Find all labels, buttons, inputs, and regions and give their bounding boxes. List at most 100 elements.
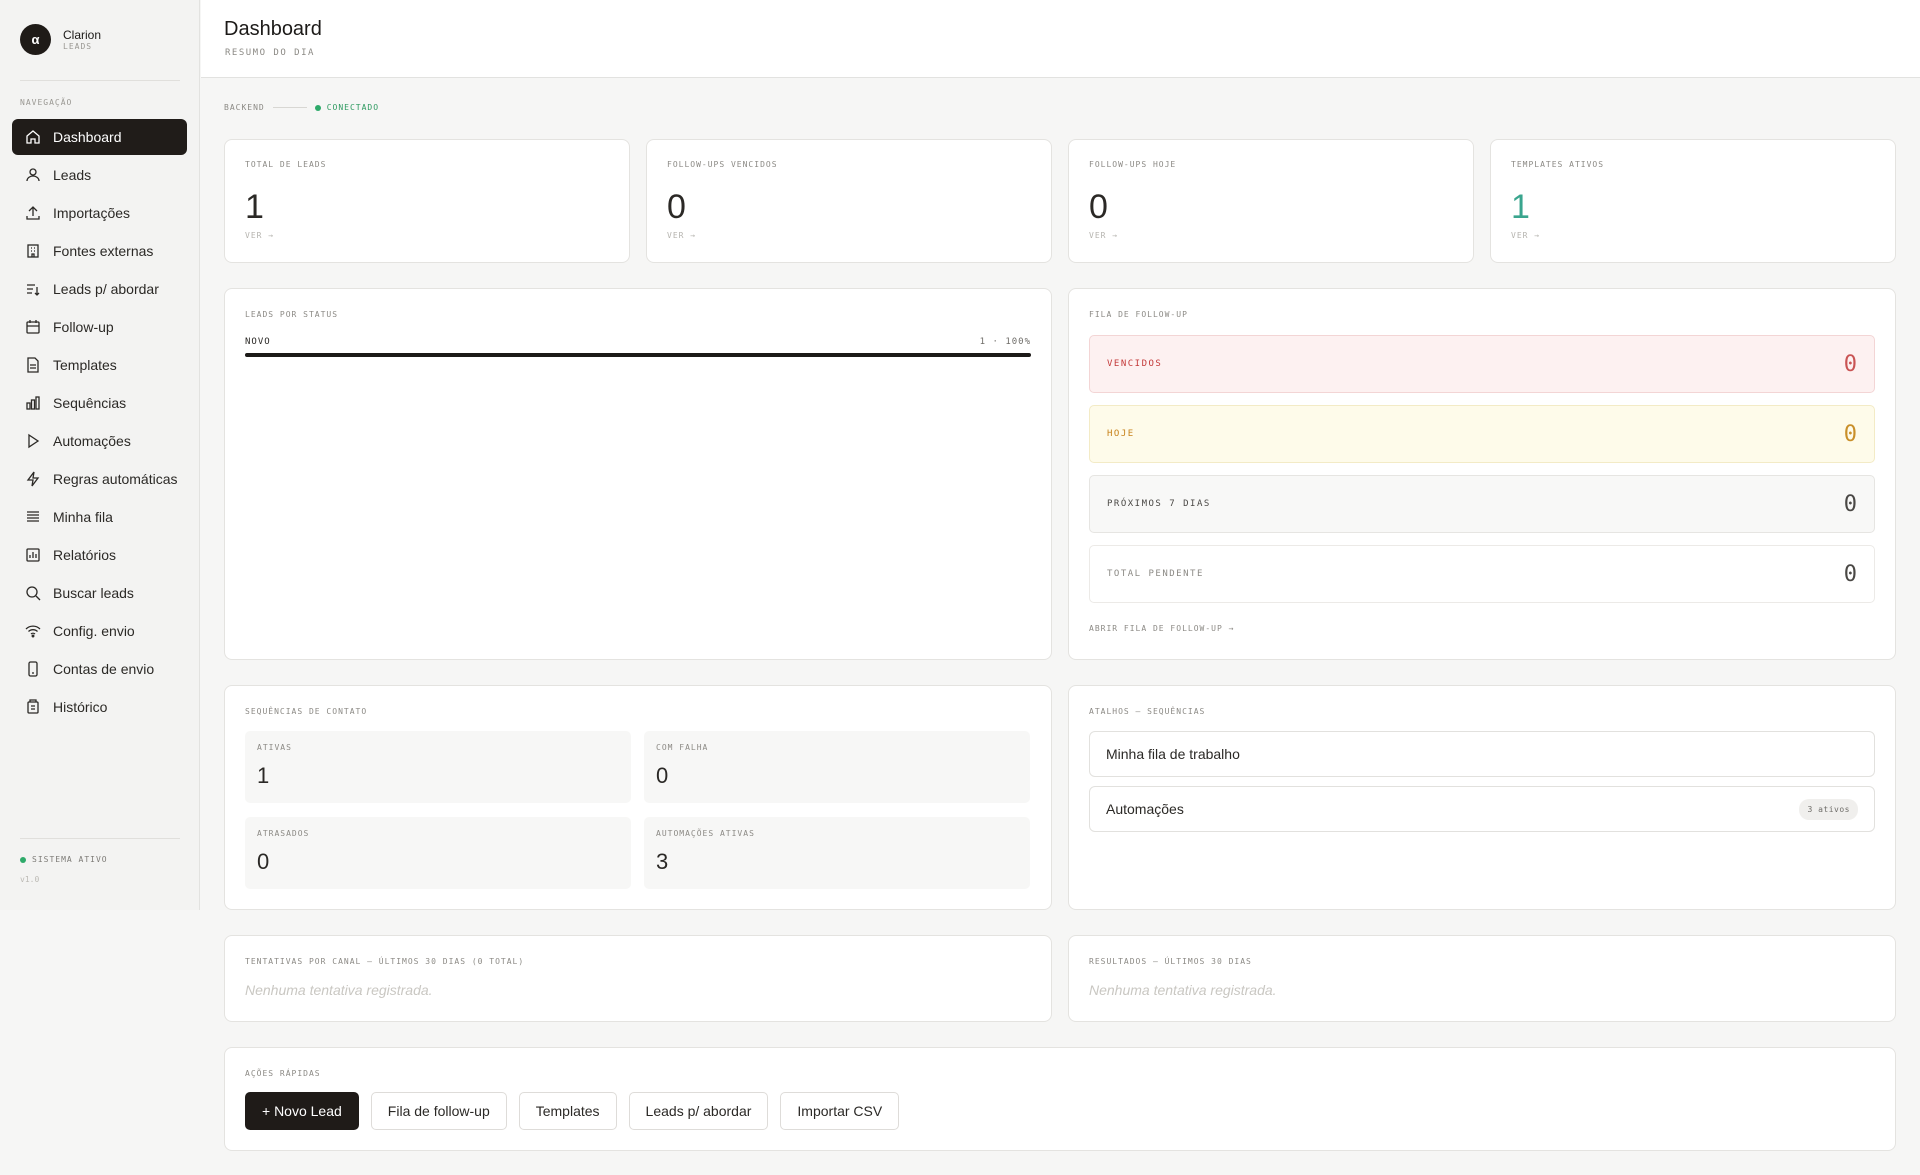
queue-item-proximos[interactable]: PRÓXIMOS 7 DIAS 0 [1089, 475, 1875, 533]
sidebar-item-label: Sequências [53, 395, 127, 411]
stat-link[interactable]: VER → [1511, 231, 1540, 240]
page-subtitle: RESUMO DO DIA [225, 48, 315, 58]
shortcut-automacoes[interactable]: Automações 3 ativos [1089, 786, 1875, 832]
page-header: Dashboard RESUMO DO DIA [201, 0, 1920, 78]
stat-value: 0 [1089, 188, 1108, 226]
shortcut-label: Minha fila de trabalho [1106, 746, 1240, 762]
shortcut-label: Automações [1106, 801, 1184, 817]
import-csv-button[interactable]: Importar CSV [780, 1092, 900, 1130]
sidebar-item-historico[interactable]: Histórico [12, 689, 187, 725]
status-row: NOVO 1 · 100% [245, 337, 1031, 347]
followup-queue-button[interactable]: Fila de follow-up [370, 1092, 507, 1130]
users-icon [26, 168, 40, 182]
sidebar-item-sequencias[interactable]: Sequências [12, 385, 187, 421]
sequences-card: SEQUÊNCIAS DE CONTATO ATIVAS 1 COM FALHA… [224, 685, 1052, 910]
new-lead-button[interactable]: + Novo Lead [245, 1092, 359, 1130]
metric-com-falha: COM FALHA 0 [644, 731, 1030, 803]
sidebar-item-leads[interactable]: Leads [12, 157, 187, 193]
brand[interactable]: α Clarion LEADS [20, 24, 101, 55]
attempts-card: TENTATIVAS POR CANAL — ÚLTIMOS 30 DIAS (… [224, 935, 1052, 1022]
sidebar-item-label: Fontes externas [53, 243, 154, 259]
search-icon [26, 586, 41, 601]
list-down-icon [27, 284, 40, 296]
leads-to-approach-button[interactable]: Leads p/ abordar [628, 1092, 769, 1130]
section-title: RESULTADOS — ÚLTIMOS 30 DIAS [1089, 957, 1252, 966]
stat-value: 1 [1511, 188, 1530, 226]
shortcut-minha-fila[interactable]: Minha fila de trabalho [1089, 731, 1875, 777]
sidebar-item-config-envio[interactable]: Config. envio [12, 613, 187, 649]
sidebar-item-regras[interactable]: Regras automáticas [12, 461, 187, 497]
shortcuts-card: ATALHOS — SEQUÊNCIAS Minha fila de traba… [1068, 685, 1896, 910]
open-followup-link[interactable]: ABRIR FILA DE FOLLOW-UP → [1089, 624, 1234, 633]
sidebar-item-templates[interactable]: Templates [12, 347, 187, 383]
bar-chart-icon [26, 396, 40, 410]
queue-count: 0 [1843, 421, 1857, 447]
phone-icon [28, 661, 38, 677]
metric-label: ATRASADOS [257, 829, 310, 838]
queue-label: VENCIDOS [1107, 359, 1163, 369]
section-title: AÇÕES RÁPIDAS [245, 1069, 321, 1078]
sidebar-item-contas-envio[interactable]: Contas de envio [12, 651, 187, 687]
metric-atrasados: ATRASADOS 0 [245, 817, 631, 889]
sidebar-item-label: Follow-up [53, 319, 114, 335]
sidebar-item-label: Leads [53, 167, 92, 183]
queue-label: PRÓXIMOS 7 DIAS [1107, 499, 1211, 509]
sidebar-item-relatorios[interactable]: Relatórios [12, 537, 187, 573]
queue-count: 0 [1843, 491, 1857, 517]
queue-item-hoje[interactable]: HOJE 0 [1089, 405, 1875, 463]
stat-link[interactable]: VER → [245, 231, 274, 240]
sidebar-item-label: Minha fila [53, 509, 113, 525]
sidebar-divider [20, 80, 180, 81]
leads-by-status-card: LEADS POR STATUS NOVO 1 · 100% [224, 288, 1052, 660]
report-icon [26, 548, 40, 562]
sidebar-item-buscar-leads[interactable]: Buscar leads [12, 575, 187, 611]
section-title: FILA DE FOLLOW-UP [1089, 310, 1188, 319]
stat-link[interactable]: VER → [1089, 231, 1118, 240]
file-icon [27, 357, 39, 373]
sidebar-item-dashboard[interactable]: Dashboard [12, 119, 187, 155]
sidebar-item-leads-abordar[interactable]: Leads p/ abordar [12, 271, 187, 307]
status-count: 1 · 100% [979, 337, 1031, 347]
sidebar-item-fontes-externas[interactable]: Fontes externas [12, 233, 187, 269]
metric-automacoes-ativas: AUTOMAÇÕES ATIVAS 3 [644, 817, 1030, 889]
sidebar-item-importacoes[interactable]: Importações [12, 195, 187, 231]
sidebar-item-label: Automações [53, 433, 131, 449]
status-progress-fill [245, 353, 1031, 357]
sidebar-item-minha-fila[interactable]: Minha fila [12, 499, 187, 535]
sidebar-item-label: Config. envio [53, 623, 135, 639]
stat-card-templates-ativos[interactable]: TEMPLATES ATIVOS 1 VER → [1490, 139, 1896, 263]
metric-value: 1 [257, 763, 270, 788]
stat-card-followups-vencidos[interactable]: FOLLOW-UPS VENCIDOS 0 VER → [646, 139, 1052, 263]
brand-name: Clarion [63, 27, 102, 42]
quick-actions-card: AÇÕES RÁPIDAS + Novo Lead Fila de follow… [224, 1047, 1896, 1151]
empty-state: Nenhuma tentativa registrada. [1089, 982, 1277, 998]
backend-label: BACKEND [224, 103, 265, 112]
sidebar-item-label: Importações [53, 205, 131, 221]
sidebar-item-label: Leads p/ abordar [53, 281, 159, 297]
queue-item-total[interactable]: TOTAL PENDENTE 0 [1089, 545, 1875, 603]
stat-card-followups-hoje[interactable]: FOLLOW-UPS HOJE 0 VER → [1068, 139, 1474, 263]
section-title: SEQUÊNCIAS DE CONTATO [245, 707, 368, 716]
brand-logo: α [20, 24, 51, 55]
section-title: ATALHOS — SEQUÊNCIAS [1089, 707, 1206, 716]
empty-state: Nenhuma tentativa registrada. [245, 982, 433, 998]
stat-card-total-leads[interactable]: TOTAL DE LEADS 1 VER → [224, 139, 630, 263]
stat-label: FOLLOW-UPS VENCIDOS [667, 160, 778, 169]
queue-label: TOTAL PENDENTE [1107, 569, 1204, 579]
section-title: TENTATIVAS POR CANAL — ÚLTIMOS 30 DIAS (… [245, 957, 525, 966]
sidebar-item-automacoes[interactable]: Automações [12, 423, 187, 459]
templates-button[interactable]: Templates [518, 1092, 617, 1130]
status-label: NOVO [245, 337, 271, 347]
sidebar-item-label: Contas de envio [53, 661, 155, 677]
sidebar: α Clarion LEADS NAVEGAÇÃO Dashboard Lead… [0, 0, 200, 910]
stat-link[interactable]: VER → [667, 231, 696, 240]
backend-connection: BACKEND CONECTADO [224, 103, 379, 112]
stat-value: 1 [245, 188, 264, 226]
metric-value: 0 [257, 849, 270, 874]
sidebar-item-follow-up[interactable]: Follow-up [12, 309, 187, 345]
connection-status-label: CONECTADO [326, 103, 380, 112]
sidebar-item-label: Dashboard [53, 129, 122, 145]
queue-item-vencidos[interactable]: VENCIDOS 0 [1089, 335, 1875, 393]
stat-value: 0 [667, 188, 686, 226]
metric-ativas: ATIVAS 1 [245, 731, 631, 803]
